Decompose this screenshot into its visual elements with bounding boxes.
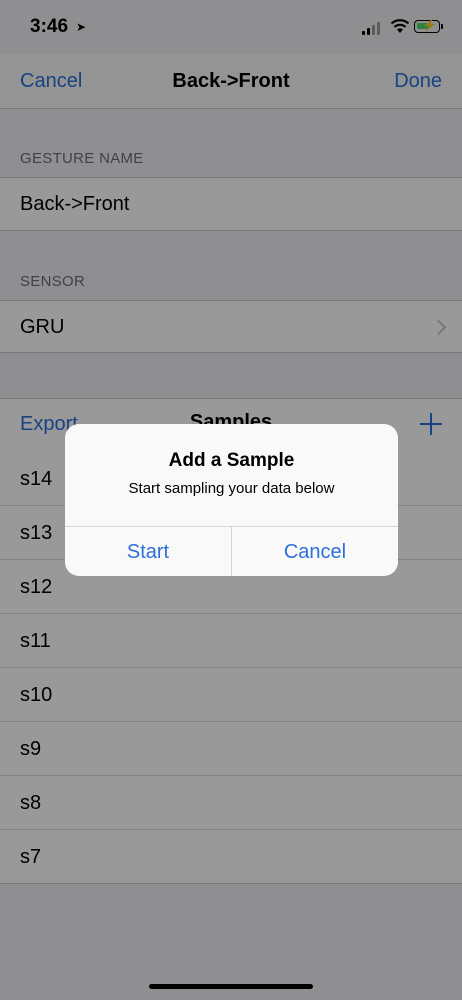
- alert-cancel-button[interactable]: Cancel: [232, 527, 398, 576]
- start-button[interactable]: Start: [65, 527, 231, 576]
- add-sample-alert: Add a Sample Start sampling your data be…: [65, 424, 398, 576]
- alert-title: Add a Sample: [168, 450, 295, 471]
- alert-message: Start sampling your data below: [128, 480, 335, 497]
- home-indicator[interactable]: [149, 984, 313, 989]
- alert-buttons: Start Cancel: [65, 526, 398, 576]
